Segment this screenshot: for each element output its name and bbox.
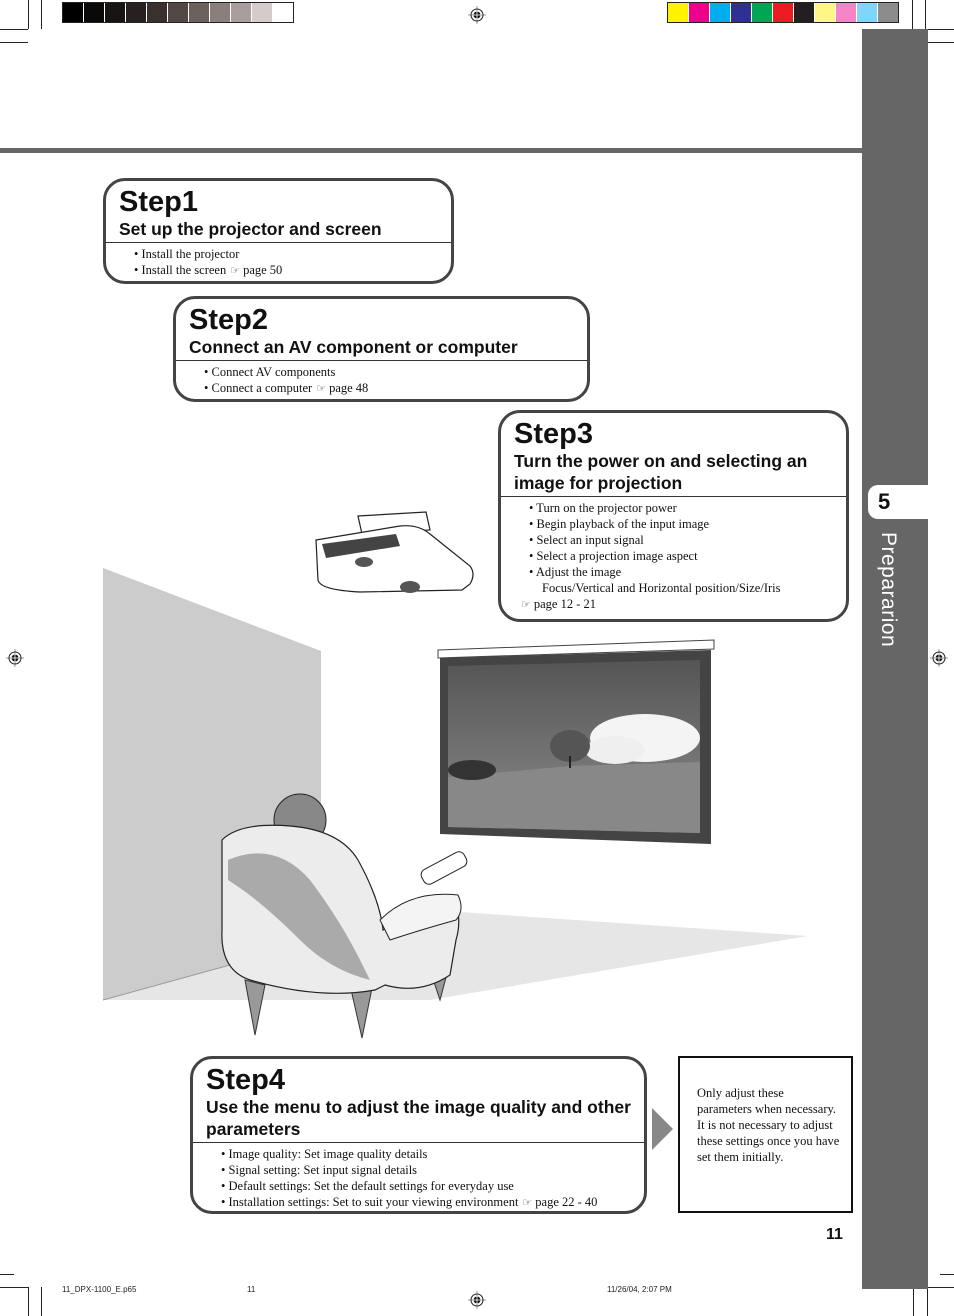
- step1-title: Step1: [119, 186, 198, 218]
- page-reference-link[interactable]: page 12 - 21: [534, 597, 596, 611]
- projector-icon: [315, 511, 474, 593]
- page-number: 11: [826, 1226, 843, 1243]
- step4-subtitle: Use the menu to adjust the image quality…: [206, 1097, 631, 1139]
- arrow-right-icon: [652, 1108, 673, 1150]
- step3-card: Step3 Turn the power on and selecting an…: [498, 410, 849, 622]
- list-item: Install the projector: [134, 246, 451, 262]
- list-item: Image quality: Set image quality details: [221, 1146, 644, 1162]
- calibration-swatch: [752, 3, 773, 22]
- page-reference-link[interactable]: page 22 - 40: [535, 1195, 597, 1209]
- list-item: Installation settings: Set to suit your …: [221, 1194, 644, 1211]
- header-rule: [0, 148, 862, 153]
- footer-timestamp: 11/26/04, 2:07 PM: [607, 1285, 672, 1294]
- calibration-swatch: [63, 3, 84, 22]
- calibration-swatch: [668, 3, 689, 22]
- step3-title: Step3: [514, 418, 593, 450]
- grayscale-calibration-bar: [62, 2, 294, 23]
- chapter-label: Prepararion: [877, 532, 900, 648]
- step3-subtitle: Turn the power on and selecting an image…: [514, 451, 808, 493]
- calibration-swatch: [836, 3, 857, 22]
- calibration-swatch: [105, 3, 126, 22]
- calibration-swatch: [273, 3, 293, 22]
- registration-mark-icon: [930, 649, 948, 667]
- list-item: Signal setting: Set input signal details: [221, 1162, 644, 1178]
- page-reference-icon: ☞: [316, 383, 327, 395]
- step4-card: Step4 Use the menu to adjust the image q…: [190, 1056, 647, 1214]
- registration-mark-icon: [6, 649, 24, 667]
- chapter-number-tab: 5: [868, 485, 928, 519]
- calibration-swatch: [815, 3, 836, 22]
- page-reference-icon: ☞: [522, 1197, 533, 1209]
- list-item: Adjust the image: [529, 564, 846, 580]
- step1-card: Step1 Set up the projector and screen In…: [103, 178, 454, 284]
- step4-list: Image quality: Set image quality details…: [221, 1146, 644, 1211]
- footer-filename: 11_DPX-1100_E.p65: [62, 1285, 137, 1294]
- step2-title: Step2: [189, 304, 268, 336]
- list-item-reference: ☞ page 12 - 21: [521, 596, 846, 613]
- footer-page: 11: [247, 1285, 256, 1294]
- calibration-swatch: [857, 3, 878, 22]
- calibration-swatch: [252, 3, 273, 22]
- step3-list: Turn on the projector power Begin playba…: [521, 500, 846, 613]
- chapter-side-strip: [862, 29, 928, 1289]
- step4-divider: [193, 1142, 644, 1143]
- registration-mark-icon: [468, 6, 486, 24]
- step1-list: Install the projector Install the screen…: [134, 246, 451, 279]
- calibration-swatch: [794, 3, 815, 22]
- step1-divider: [106, 242, 451, 243]
- list-item: Turn on the projector power: [529, 500, 846, 516]
- calibration-swatch: [773, 3, 794, 22]
- step2-card: Step2 Connect an AV component or compute…: [173, 296, 590, 402]
- page-reference-link[interactable]: page 48: [329, 381, 368, 395]
- projection-screen: [437, 639, 715, 844]
- note-box: Only adjust these parameters when necess…: [678, 1056, 853, 1213]
- list-item: Connect AV components: [204, 364, 587, 380]
- calibration-swatch: [731, 3, 752, 22]
- color-calibration-bar: [667, 2, 899, 23]
- step2-divider: [176, 360, 587, 361]
- step3-divider: [501, 496, 846, 497]
- page-reference-link[interactable]: page 50: [243, 263, 282, 277]
- list-item: Default settings: Set the default settin…: [221, 1178, 644, 1194]
- calibration-swatch: [878, 3, 898, 22]
- page-reference-icon: ☞: [230, 265, 241, 277]
- page-reference-icon: ☞: [521, 599, 531, 611]
- list-item: Connect a computer☞page 48: [204, 380, 587, 397]
- step2-subtitle: Connect an AV component or computer: [189, 337, 518, 357]
- list-item: Begin playback of the input image: [529, 516, 846, 532]
- list-item: Install the screen☞page 50: [134, 262, 451, 279]
- list-item: Select an input signal: [529, 532, 846, 548]
- calibration-swatch: [147, 3, 168, 22]
- list-item-detail: Focus/Vertical and Horizontal position/S…: [542, 581, 781, 595]
- calibration-swatch: [210, 3, 231, 22]
- step4-title: Step4: [206, 1064, 285, 1096]
- calibration-swatch: [126, 3, 147, 22]
- calibration-swatch: [689, 3, 710, 22]
- calibration-swatch: [231, 3, 252, 22]
- calibration-swatch: [189, 3, 210, 22]
- calibration-swatch: [710, 3, 731, 22]
- step1-subtitle: Set up the projector and screen: [119, 219, 382, 239]
- calibration-swatch: [84, 3, 105, 22]
- registration-mark-icon: [468, 1291, 486, 1309]
- calibration-swatch: [168, 3, 189, 22]
- list-item: Select a projection image aspect: [529, 548, 846, 564]
- step2-list: Connect AV components Connect a computer…: [204, 364, 587, 397]
- armchair-with-viewer: [221, 793, 468, 1039]
